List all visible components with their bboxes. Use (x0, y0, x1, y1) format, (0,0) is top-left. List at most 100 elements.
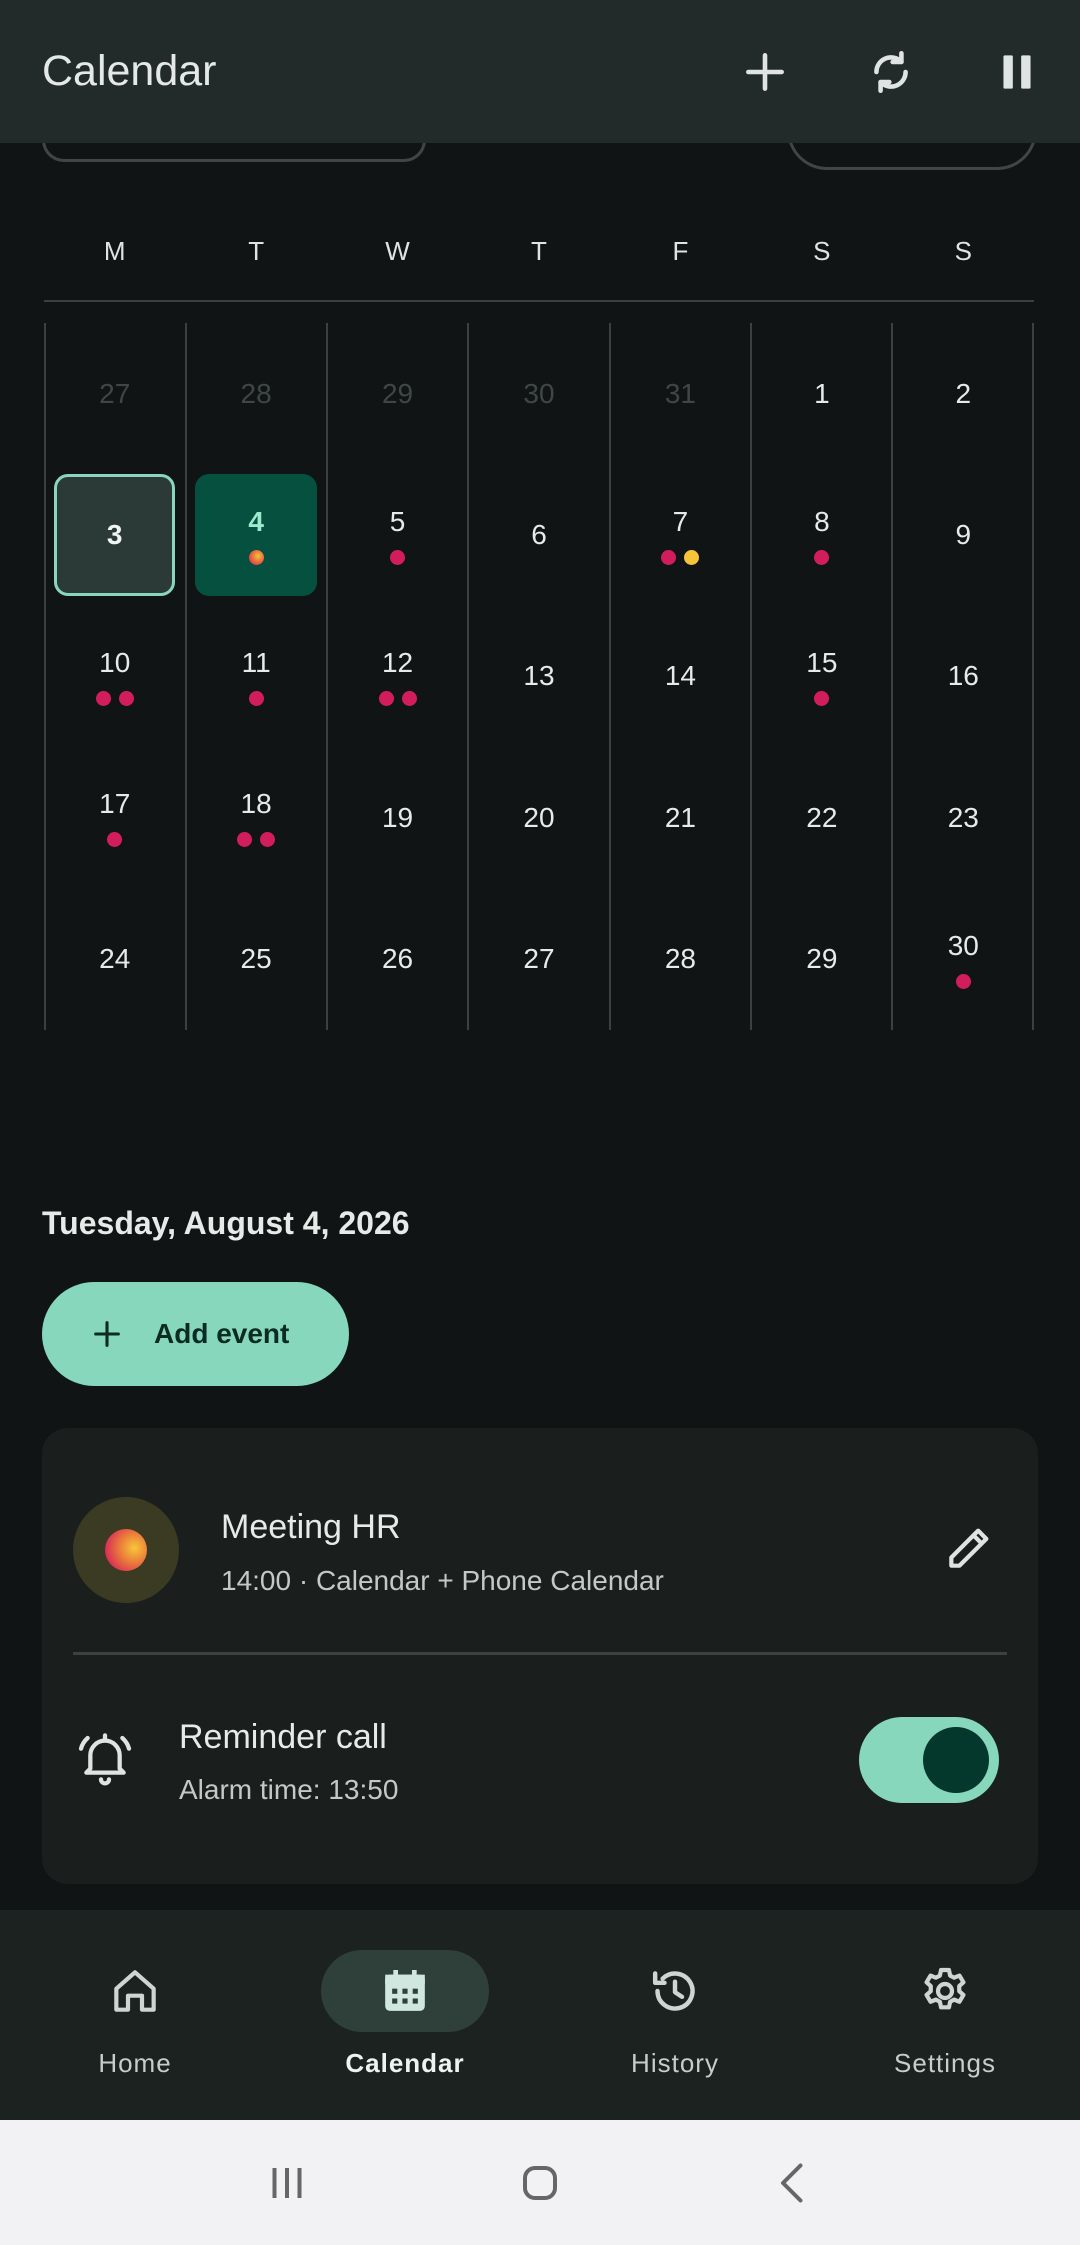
event-dot (390, 549, 406, 565)
day-number: 1 (814, 377, 830, 409)
calendar-day[interactable]: 27 (468, 889, 609, 1030)
event-dot (401, 690, 417, 706)
day-number: 16 (947, 660, 979, 692)
calendar-day[interactable]: 27 (44, 323, 185, 464)
day-number: 25 (240, 943, 272, 975)
event-dots (661, 549, 700, 565)
day-number: 6 (531, 519, 547, 551)
day-number: 30 (947, 929, 979, 961)
calendar-day[interactable]: 24 (44, 889, 185, 1030)
calendar-day[interactable]: 6 (468, 464, 609, 605)
calendar-day[interactable]: 28 (610, 889, 751, 1030)
event-dots (237, 832, 276, 848)
calendar-day[interactable]: 5 (327, 464, 468, 605)
calendar-day[interactable]: 21 (610, 747, 751, 888)
event-dot (95, 690, 111, 706)
calendar-day[interactable]: 7 (610, 464, 751, 605)
weekday-label: T (248, 236, 265, 266)
calendar-day[interactable]: 15 (751, 606, 892, 747)
event-dots (814, 690, 830, 706)
day-number: 11 (241, 646, 271, 678)
day-number: 12 (381, 646, 414, 678)
calendar-day[interactable]: 30 (468, 323, 609, 464)
sync-icon[interactable] (828, 0, 954, 143)
event-dot (260, 832, 276, 848)
calendar-day[interactable]: 11 (185, 606, 326, 747)
day-number: 29 (806, 943, 838, 975)
event-dots (95, 690, 134, 706)
nav-home[interactable]: Home (0, 1910, 270, 2120)
day-number: 5 (389, 505, 406, 537)
day-number: 17 (99, 788, 131, 820)
weekday-label: W (385, 236, 410, 266)
calendar-day[interactable]: 23 (893, 747, 1034, 888)
calendar-day[interactable]: 17 (44, 747, 185, 888)
event-dot (248, 690, 264, 706)
add-event-button[interactable]: Add event (42, 1282, 349, 1386)
event-dot (378, 690, 394, 706)
day-number: 30 (523, 377, 555, 409)
recent-apps-icon[interactable] (257, 2153, 317, 2213)
history-icon (652, 1971, 695, 2011)
event-dots (814, 549, 830, 565)
nav-label: History (631, 2048, 719, 2078)
home-button-icon[interactable] (510, 2153, 570, 2213)
calendar-day[interactable]: 29 (327, 323, 468, 464)
calendar-day[interactable]: 8 (751, 464, 892, 605)
nav-label: Home (98, 2048, 172, 2078)
calendar-day[interactable]: 14 (610, 606, 751, 747)
calendar-day[interactable]: 20 (468, 747, 609, 888)
day-number: 29 (381, 377, 414, 409)
day-number: 27 (99, 377, 131, 409)
event-color-icon (73, 1497, 179, 1603)
calendar-day[interactable]: 18 (185, 747, 326, 888)
calendar-day[interactable]: 19 (327, 747, 468, 888)
calendar-day[interactable]: 30 (893, 889, 1034, 1030)
edit-icon[interactable] (942, 1519, 998, 1575)
settings-icon (924, 1967, 966, 2010)
day-number: 31 (664, 377, 696, 409)
add-icon[interactable] (702, 0, 828, 143)
calendar-day[interactable]: 12 (327, 606, 468, 747)
app-bar: Calendar (0, 0, 1080, 143)
calendar-day[interactable]: 28 (185, 323, 326, 464)
calendar-day[interactable]: 2 (893, 323, 1034, 464)
pause-icon[interactable] (954, 0, 1080, 143)
event-title[interactable]: Meeting HR (221, 1508, 401, 1547)
home-icon (114, 1970, 156, 2012)
calendar-day[interactable]: 10 (44, 606, 185, 747)
calendar-day[interactable]: 29 (751, 889, 892, 1030)
day-number: 24 (99, 943, 131, 975)
back-icon[interactable] (763, 2153, 823, 2213)
event-card: Meeting HR 14:00 · Calendar + Phone Cale… (42, 1428, 1038, 1884)
calendar-day[interactable]: 1 (751, 323, 892, 464)
calendar-day[interactable]: 22 (751, 747, 892, 888)
weekday-header: M T W T F S S (44, 236, 1034, 286)
calendar-day-today[interactable]: 3 (44, 464, 185, 605)
calendar-day-selected[interactable]: 4 (185, 464, 326, 605)
event-dot (684, 549, 700, 565)
weekday-label: M (103, 236, 126, 266)
calendar-day[interactable]: 26 (327, 889, 468, 1030)
calendar-day[interactable]: 31 (610, 323, 751, 464)
page-title: Calendar (42, 47, 217, 95)
day-number: 8 (814, 505, 830, 537)
event-dot (661, 549, 677, 565)
calendar-day[interactable]: 16 (893, 606, 1034, 747)
event-dot (814, 690, 830, 706)
calendar-day[interactable]: 25 (185, 889, 326, 1030)
event-dot (955, 973, 971, 989)
nav-history[interactable]: History (540, 1910, 810, 2120)
event-dot (237, 832, 253, 848)
weekday-label: S (813, 236, 831, 266)
calendar-day[interactable]: 9 (893, 464, 1034, 605)
nav-settings[interactable]: Settings (810, 1910, 1080, 2120)
day-number: 10 (99, 646, 131, 678)
calendar-day[interactable]: 13 (468, 606, 609, 747)
reminder-toggle[interactable] (859, 1717, 999, 1803)
calendar-grid: 27 28 29 30 31 1 2 3 4 5 6 7 8 9 10 11 12 13 14 15 16 17 18 19 2… (44, 323, 1034, 1030)
toggle-knob (923, 1727, 989, 1793)
event-dot (814, 549, 830, 565)
nav-calendar[interactable]: Calendar (270, 1910, 540, 2120)
day-number: 28 (664, 943, 696, 975)
